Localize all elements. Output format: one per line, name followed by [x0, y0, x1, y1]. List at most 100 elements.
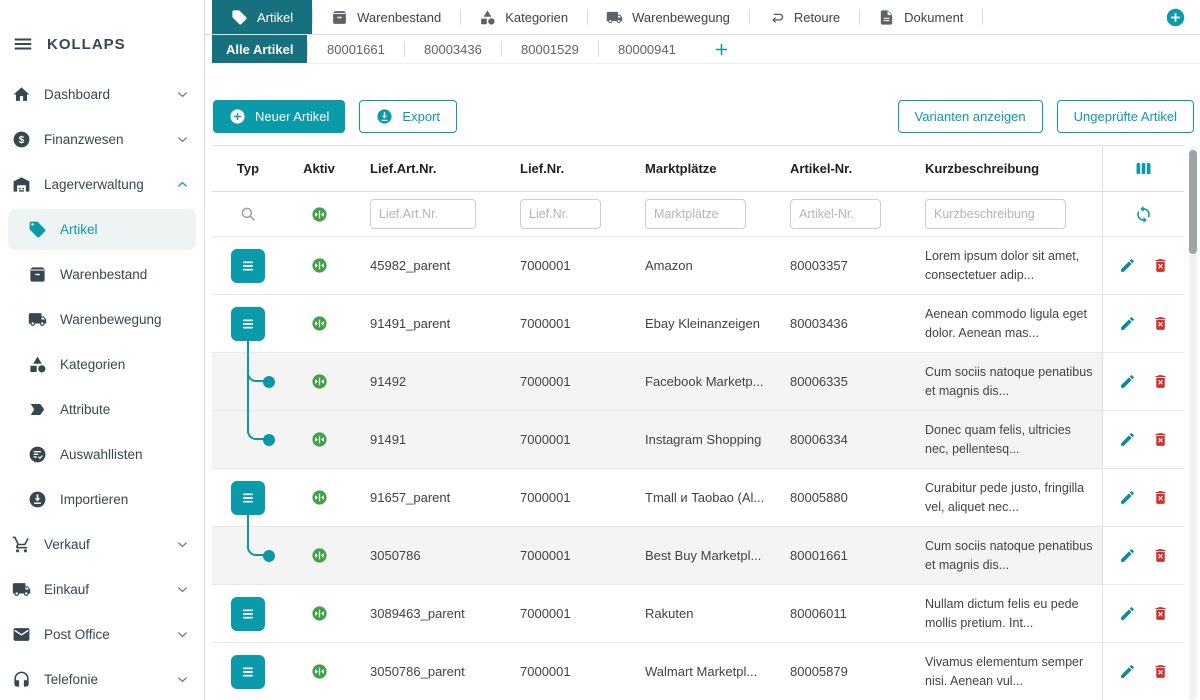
sidebar-item-label: Finanzwesen — [44, 132, 175, 147]
artikel-nr-value: 80006335 — [790, 374, 848, 389]
sidebar-item-importieren[interactable]: Importieren — [0, 477, 204, 522]
tab-retoure[interactable]: Retoure — [749, 0, 859, 34]
active-toggle-icon[interactable] — [311, 431, 328, 448]
subtab-alle-artikel[interactable]: Alle Artikel — [212, 35, 307, 63]
lief-nr-value: 7000001 — [520, 432, 571, 447]
export-button[interactable]: Export — [359, 100, 457, 133]
column-header-marktpl-tze: Marktplätze — [629, 146, 774, 191]
subtab-80003436[interactable]: 80003436 — [404, 35, 501, 63]
active-toggle-icon[interactable] — [311, 663, 328, 680]
edit-pencil-icon[interactable] — [1119, 257, 1136, 274]
active-toggle-icon[interactable] — [311, 373, 328, 390]
kurzbeschreibung-value: Nullam dictum felis eu pede mollis preti… — [925, 595, 1094, 631]
delete-trash-icon[interactable] — [1152, 663, 1169, 680]
filter-cell-artikel-nr — [774, 192, 909, 236]
columns-icon[interactable] — [1134, 159, 1153, 178]
show-variants-button[interactable]: Varianten anzeigen — [898, 100, 1043, 133]
unchecked-articles-button[interactable]: Ungeprüfte Artikel — [1057, 100, 1194, 133]
filter-input-lief-art-nr[interactable] — [370, 199, 476, 229]
typ-cell — [212, 643, 284, 700]
delete-trash-icon[interactable] — [1152, 489, 1169, 506]
menu-icon[interactable] — [12, 33, 34, 55]
sidebar-item-dashboard[interactable]: Dashboard — [0, 72, 204, 117]
tab-warenbestand[interactable]: Warenbestand — [312, 0, 460, 34]
delete-trash-icon[interactable] — [1152, 547, 1169, 564]
sidebar-item-warenbestand[interactable]: Warenbestand — [0, 252, 204, 297]
tab-warenbewegung[interactable]: Warenbewegung — [587, 0, 749, 34]
subtab-80001529[interactable]: 80001529 — [501, 35, 598, 63]
sidebar-item-telefonie[interactable]: Telefonie — [0, 657, 204, 700]
edit-pencil-icon[interactable] — [1119, 547, 1136, 564]
filter-input-lief-nr[interactable] — [520, 199, 601, 229]
edit-pencil-icon[interactable] — [1119, 663, 1136, 680]
delete-trash-icon[interactable] — [1152, 431, 1169, 448]
add-subtab-button[interactable] — [695, 35, 747, 63]
marktplaetze-value: Ebay Kleinanzeigen — [645, 316, 760, 331]
active-toggle-icon[interactable] — [311, 206, 328, 223]
lief-art-nr-cell: 91657_parent — [354, 469, 504, 526]
sidebar-item-kategorien[interactable]: Kategorien — [0, 342, 204, 387]
aktiv-cell — [284, 527, 354, 584]
typ-cell — [212, 295, 284, 352]
tab-dokument[interactable]: Dokument — [859, 0, 982, 34]
lief-art-nr-cell: 91492 — [354, 353, 504, 410]
sidebar-item-warenbewegung[interactable]: Warenbewegung — [0, 297, 204, 342]
variant-list-button[interactable] — [231, 481, 265, 515]
kurzbeschreibung-value: Donec quam felis, ultricies nec, pellent… — [925, 421, 1094, 457]
add-tab-button[interactable] — [1165, 7, 1186, 28]
marktplaetze-cell: Best Buy Marketpl... — [629, 527, 774, 584]
tab-kategorien[interactable]: Kategorien — [460, 0, 587, 34]
filter-input-artikel-nr[interactable] — [790, 199, 881, 229]
export-label: Export — [402, 109, 440, 124]
edit-pencil-icon[interactable] — [1119, 373, 1136, 390]
variant-list-button[interactable] — [231, 307, 265, 341]
variant-list-button[interactable] — [231, 249, 265, 283]
refresh-icon[interactable] — [1134, 205, 1153, 224]
filter-input-kurzbeschreibung[interactable] — [925, 199, 1066, 229]
sidebar-item-label: Artikel — [60, 222, 182, 237]
typ-cell — [212, 353, 284, 410]
variant-list-button[interactable] — [231, 597, 265, 631]
scrollbar-thumb[interactable] — [1189, 150, 1197, 254]
sidebar-item-attribute[interactable]: Attribute — [0, 387, 204, 432]
lief-art-nr-value: 91491_parent — [370, 316, 450, 331]
edit-pencil-icon[interactable] — [1119, 431, 1136, 448]
plus-circle-icon — [229, 108, 246, 125]
table-row: 30507867000001Best Buy Marketpl...800016… — [212, 527, 1184, 585]
active-toggle-icon[interactable] — [311, 547, 328, 564]
edit-pencil-icon[interactable] — [1119, 315, 1136, 332]
sidebar-item-einkauf[interactable]: Einkauf — [0, 567, 204, 612]
delete-trash-icon[interactable] — [1152, 373, 1169, 390]
delete-trash-icon[interactable] — [1152, 605, 1169, 622]
new-article-label: Neuer Artikel — [255, 109, 329, 124]
sidebar-item-finanzwesen[interactable]: $Finanzwesen — [0, 117, 204, 162]
sidebar-item-lagerverwaltung[interactable]: Lagerverwaltung — [0, 162, 204, 207]
sidebar-item-post-office[interactable]: Post Office — [0, 612, 204, 657]
delete-trash-icon[interactable] — [1152, 315, 1169, 332]
active-toggle-icon[interactable] — [311, 489, 328, 506]
picklist-icon — [28, 445, 47, 464]
variant-list-button[interactable] — [231, 655, 265, 689]
new-article-button[interactable]: Neuer Artikel — [213, 100, 345, 133]
sidebar-item-verkauf[interactable]: Verkauf — [0, 522, 204, 567]
active-toggle-icon[interactable] — [311, 257, 328, 274]
delete-trash-icon[interactable] — [1152, 257, 1169, 274]
sidebar-item-artikel[interactable]: Artikel — [8, 209, 196, 250]
artikel-nr-value: 80003436 — [790, 316, 848, 331]
shipping-icon — [28, 310, 47, 329]
table-body: 45982_parent7000001Amazon80003357Lorem i… — [212, 237, 1184, 700]
column-header-label: Aktiv — [303, 161, 335, 176]
edit-pencil-icon[interactable] — [1119, 605, 1136, 622]
tab-artikel[interactable]: Artikel — [212, 0, 312, 34]
active-toggle-icon[interactable] — [311, 605, 328, 622]
subtab-80001661[interactable]: 80001661 — [307, 35, 404, 63]
edit-pencil-icon[interactable] — [1119, 489, 1136, 506]
subtab-80000941[interactable]: 80000941 — [598, 35, 695, 63]
active-toggle-icon[interactable] — [311, 315, 328, 332]
brand: KOLLAPS — [47, 36, 126, 53]
sidebar-item-label: Telefonie — [44, 672, 175, 687]
tab-label: Kategorien — [505, 10, 568, 25]
sidebar-item-auswahllisten[interactable]: Auswahllisten — [0, 432, 204, 477]
subtab-label: 80003436 — [424, 42, 482, 57]
filter-input-marktpl-tze[interactable] — [645, 199, 746, 229]
